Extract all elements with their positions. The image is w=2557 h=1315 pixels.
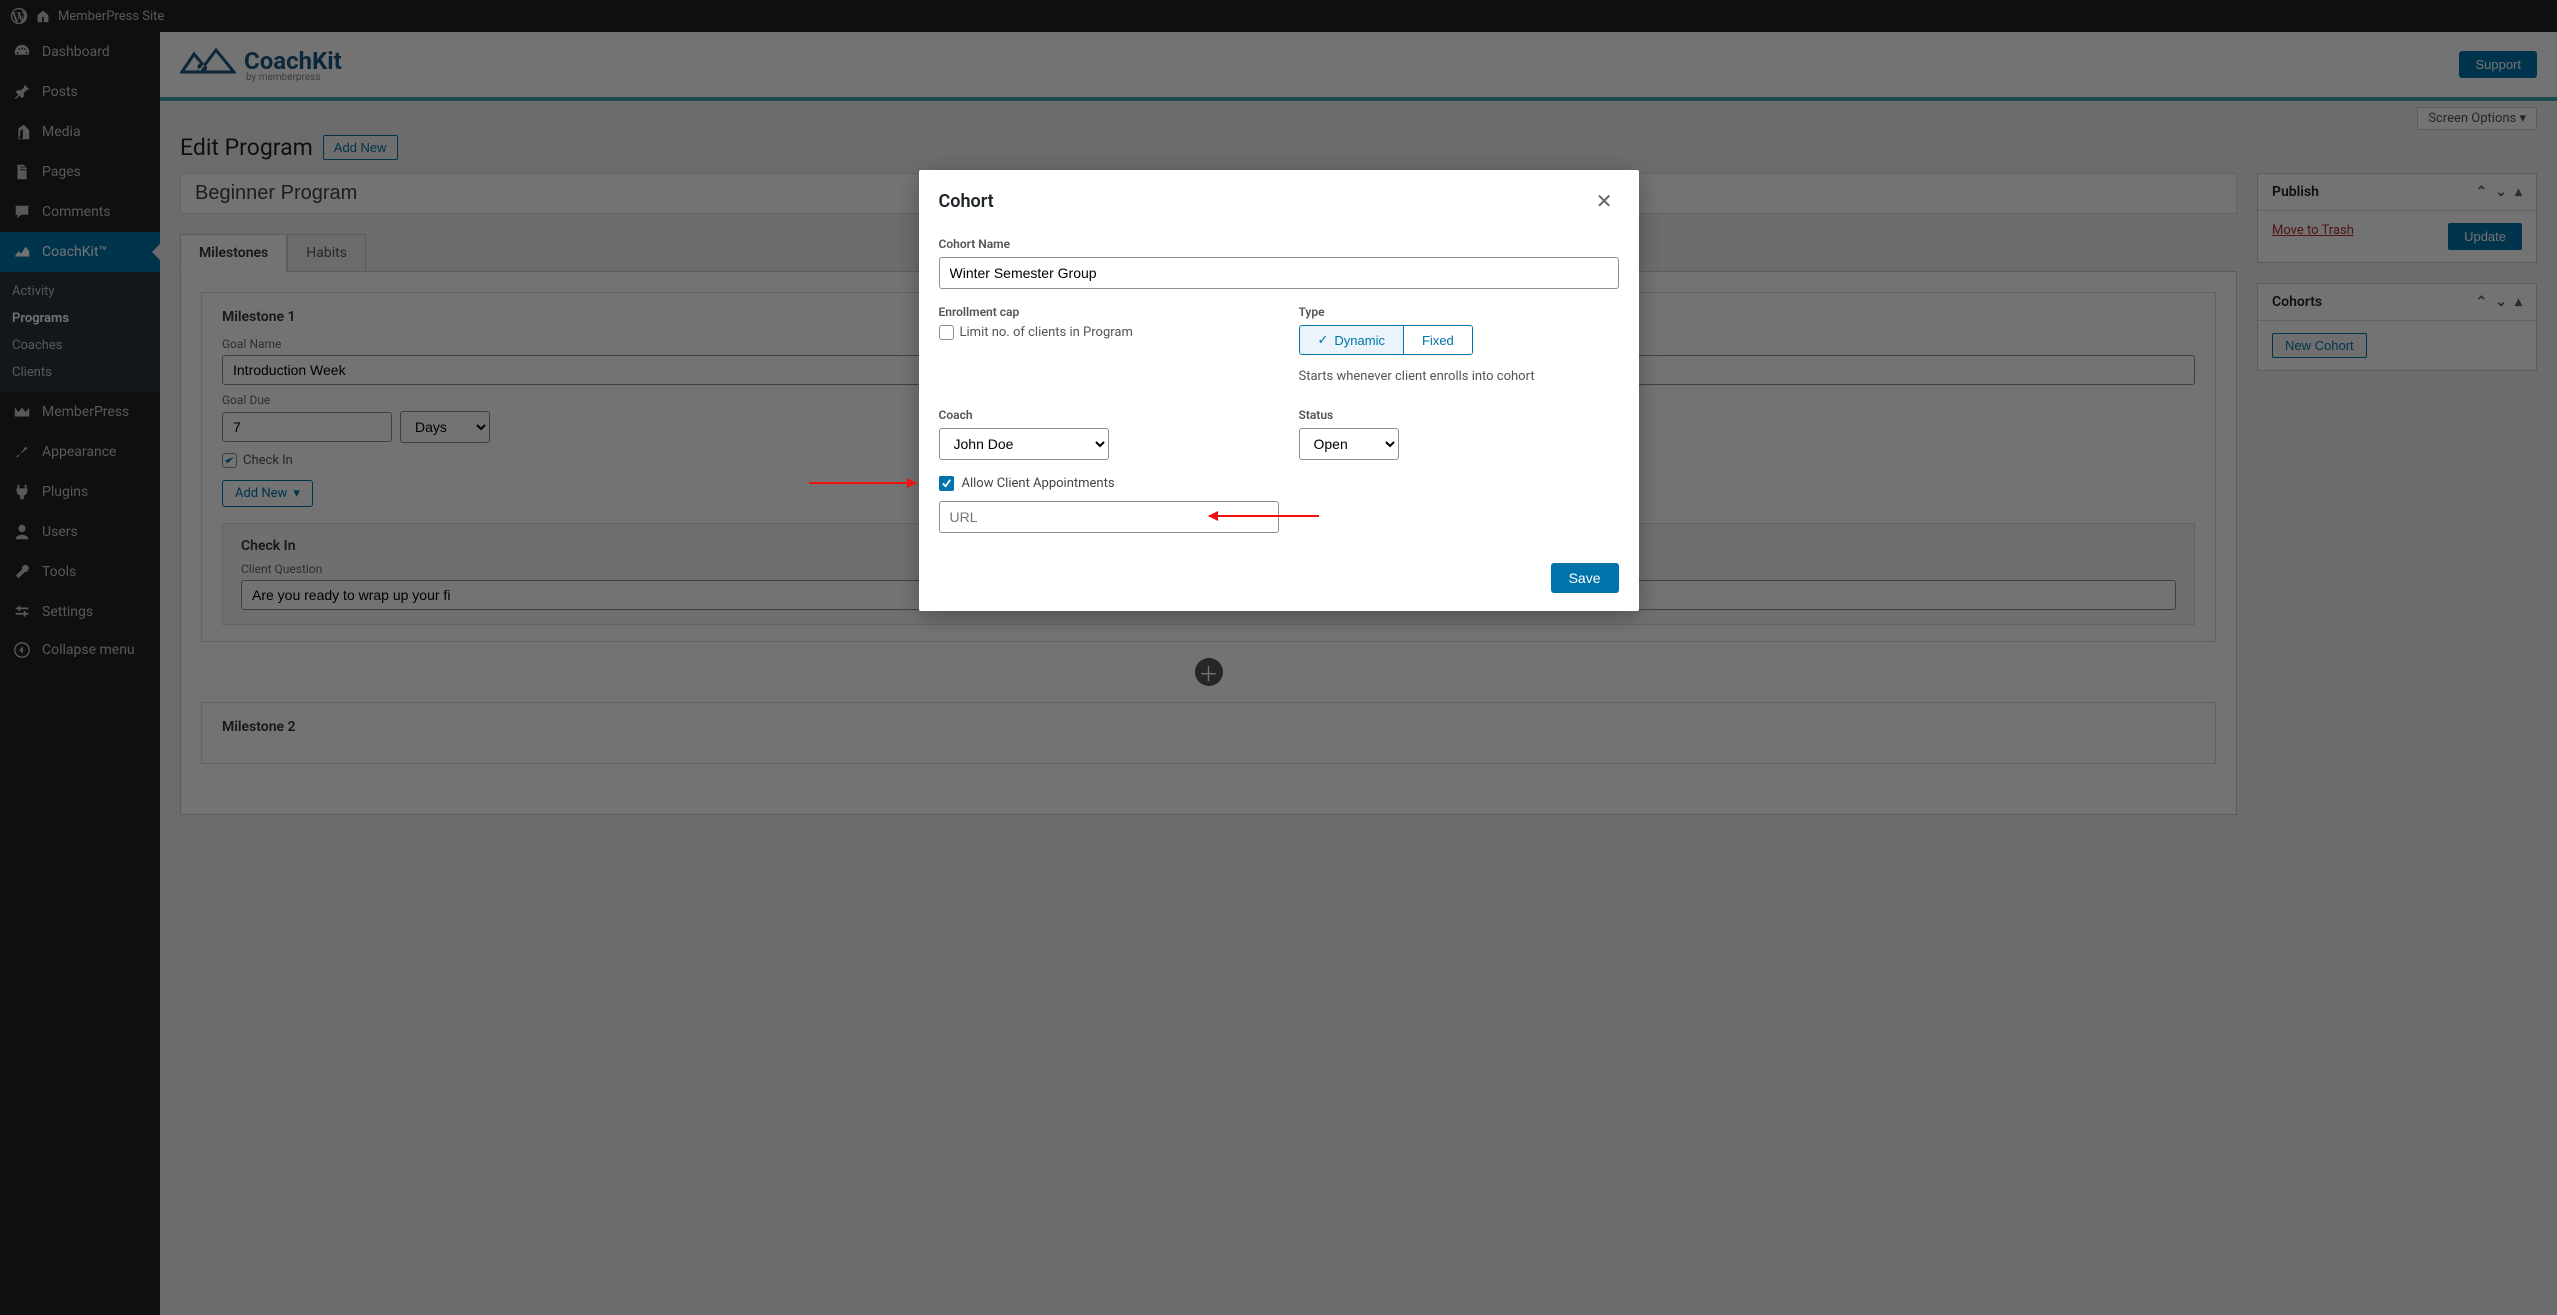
coach-select[interactable]: John Doe <box>939 428 1109 460</box>
cohort-name-label: Cohort Name <box>939 237 1619 251</box>
type-label: Type <box>1299 305 1619 319</box>
cohort-modal: Cohort ✕ Cohort Name Enrollment cap Limi… <box>919 170 1639 611</box>
check-icon: ✓ <box>1318 332 1329 348</box>
allow-appointments-label: Allow Client Appointments <box>962 476 1115 491</box>
allow-appointments-checkbox[interactable] <box>939 476 954 491</box>
type-segment: ✓Dynamic Fixed <box>1299 325 1473 355</box>
type-dynamic-button[interactable]: ✓Dynamic <box>1300 326 1403 354</box>
appointment-url-input[interactable] <box>939 501 1279 533</box>
type-hint: Starts whenever client enrolls into coho… <box>1299 369 1619 384</box>
modal-title: Cohort <box>939 191 994 212</box>
type-fixed-button[interactable]: Fixed <box>1403 326 1472 354</box>
modal-close-button[interactable]: ✕ <box>1590 188 1619 215</box>
limit-clients-label: Limit no. of clients in Program <box>960 325 1133 340</box>
annotation-arrow-checkbox <box>809 482 916 484</box>
modal-overlay[interactable]: Cohort ✕ Cohort Name Enrollment cap Limi… <box>0 0 2557 1315</box>
save-button[interactable]: Save <box>1551 563 1619 593</box>
cohort-name-input[interactable] <box>939 257 1619 289</box>
status-label: Status <box>1299 408 1619 422</box>
annotation-arrow-url <box>1209 515 1319 517</box>
coach-label: Coach <box>939 408 1259 422</box>
status-select[interactable]: Open <box>1299 428 1399 460</box>
enrollment-cap-label: Enrollment cap <box>939 305 1259 319</box>
limit-clients-checkbox[interactable] <box>939 325 954 340</box>
